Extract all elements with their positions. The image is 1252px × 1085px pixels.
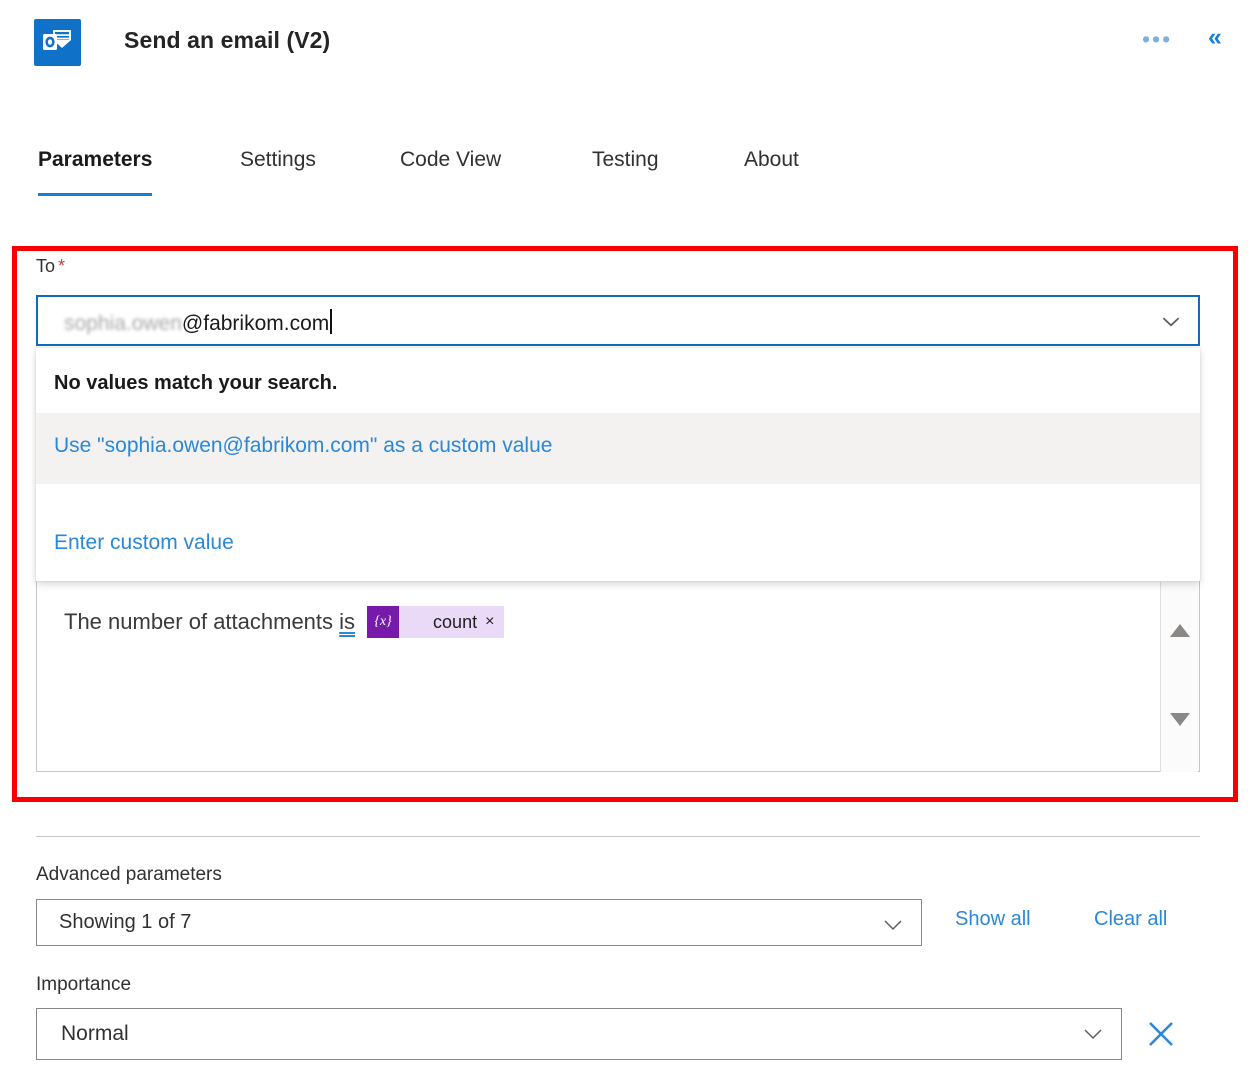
to-label-text: To <box>36 256 56 276</box>
to-value-redacted-part: sophia.owen <box>64 312 182 335</box>
email-body-editor[interactable]: The number of attachments is {x} count × <box>36 580 1200 772</box>
advanced-parameters-select[interactable]: Showing 1 of 7 <box>36 899 922 946</box>
dropdown-item-enter-custom-value[interactable]: Enter custom value <box>36 510 1200 581</box>
body-scrollbar[interactable] <box>1160 582 1198 772</box>
to-value-visible-part: @fabrikom.com <box>181 312 330 335</box>
show-all-button[interactable]: Show all <box>955 908 1031 931</box>
collapse-panel-icon[interactable]: « <box>1208 22 1222 52</box>
tab-settings[interactable]: Settings <box>240 148 316 180</box>
tab-testing[interactable]: Testing <box>592 148 659 180</box>
text-caret <box>330 309 333 334</box>
importance-value: Normal <box>61 1022 129 1045</box>
token-label: count <box>433 611 478 632</box>
to-field-label: To * <box>36 256 65 277</box>
dropdown-item-custom-value[interactable]: Use "sophia.owen@fabrikom.com" as a cust… <box>36 413 1200 484</box>
to-field-suggestions-dropdown: No values match your search. Use "sophia… <box>36 348 1200 581</box>
tab-code-view[interactable]: Code View <box>400 148 501 180</box>
outlook-icon <box>34 19 81 66</box>
expression-icon: {x} <box>367 606 400 638</box>
clear-importance-icon[interactable] <box>1145 1018 1177 1050</box>
advanced-parameters-value: Showing 1 of 7 <box>59 911 192 933</box>
page-title: Send an email (V2) <box>124 27 331 53</box>
chevron-down-icon[interactable] <box>1160 311 1182 333</box>
more-options-icon[interactable]: ••• <box>1142 28 1172 51</box>
section-divider <box>36 836 1200 837</box>
scroll-down-icon[interactable] <box>1170 713 1190 726</box>
to-input-value: sophia.owen@fabrikom.com <box>64 309 333 336</box>
importance-select[interactable]: Normal <box>36 1008 1122 1060</box>
spellchecked-word: is <box>339 609 356 634</box>
chevron-down-icon <box>884 920 902 931</box>
clear-all-button[interactable]: Clear all <box>1094 908 1167 931</box>
tab-parameters[interactable]: Parameters <box>38 148 153 196</box>
dropdown-item-label: Enter custom value <box>54 531 234 554</box>
importance-label: Importance <box>36 974 132 995</box>
chevron-down-icon <box>1084 1029 1102 1040</box>
scroll-up-icon[interactable] <box>1170 624 1190 637</box>
dynamic-content-token[interactable]: {x} count × <box>367 606 505 638</box>
email-body-content: The number of attachments is {x} count × <box>64 606 505 638</box>
no-results-message: No values match your search. <box>54 372 338 394</box>
dropdown-item-label: Use "sophia.owen@fabrikom.com" as a cust… <box>54 434 553 457</box>
to-input[interactable]: sophia.owen@fabrikom.com <box>36 295 1200 346</box>
action-card-header: Send an email (V2) ••• « <box>0 0 1252 92</box>
advanced-parameters-label: Advanced parameters <box>36 864 222 885</box>
body-static-text: The number of attachments <box>64 609 334 634</box>
required-asterisk: * <box>58 256 66 276</box>
close-icon[interactable]: × <box>485 613 504 631</box>
tab-about[interactable]: About <box>744 148 799 180</box>
tab-bar: Parameters Settings Code View Testing Ab… <box>0 148 1252 208</box>
